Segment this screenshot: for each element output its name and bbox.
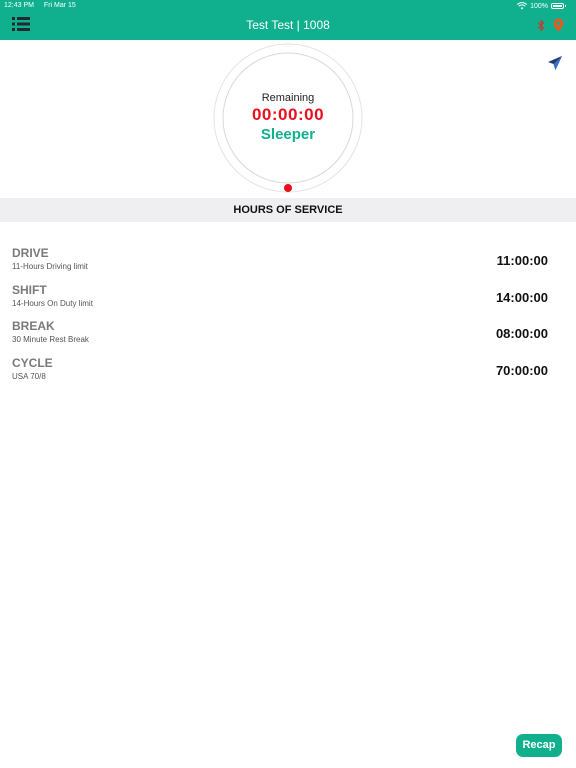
hos-row-subtitle: 30 Minute Rest Break xyxy=(12,335,89,344)
battery-icon xyxy=(551,3,566,9)
hos-row-value: 11:00:00 xyxy=(496,253,548,268)
hos-row-value: 14:00:00 xyxy=(495,290,548,305)
wifi-icon xyxy=(517,2,528,10)
top-bar: 12:43 PM Fri Mar 15 100% Test Test | 100… xyxy=(0,0,576,40)
hos-row-subtitle: 14-Hours On Duty limit xyxy=(12,299,93,308)
hos-row-title: BREAK xyxy=(12,319,55,333)
hos-row-shift: SHIFT 14-Hours On Duty limit 14:00:00 xyxy=(12,283,564,315)
send-icon xyxy=(548,56,562,70)
recap-button[interactable]: Recap xyxy=(516,734,562,757)
hos-row-title: SHIFT xyxy=(12,283,47,297)
hos-row-value: 08:00:00 xyxy=(495,326,548,341)
hos-row-cycle: CYCLE USA 70/8 70:00:00 xyxy=(12,356,564,388)
send-button[interactable] xyxy=(547,55,563,71)
remaining-dial: Remaining 00:00:00 Sleeper xyxy=(212,42,364,194)
status-bar-left: 12:43 PM Fri Mar 15 xyxy=(4,2,76,9)
hos-row-title: CYCLE xyxy=(12,356,53,370)
dial-progress-dot xyxy=(284,184,292,192)
hos-row-subtitle: USA 70/8 xyxy=(12,372,46,381)
battery-percent: 100% xyxy=(530,2,548,10)
hos-row-subtitle: 11-Hours Driving limit xyxy=(12,262,88,271)
location-pin-icon[interactable] xyxy=(553,18,564,32)
duty-status: Sleeper xyxy=(260,126,316,143)
status-date: Fri Mar 15 xyxy=(43,2,76,9)
page-title: Test Test | 1008 xyxy=(246,18,330,32)
hos-row-title: DRIVE xyxy=(12,246,49,260)
hos-row-break: BREAK 30 Minute Rest Break 08:00:00 xyxy=(12,319,564,351)
hos-row-drive: DRIVE 11-Hours Driving limit 11:00:00 xyxy=(12,246,564,278)
header-icons xyxy=(537,18,564,32)
hos-row-value: 70:00:00 xyxy=(495,363,548,378)
hours-of-service-header: HOURS OF SERVICE xyxy=(0,198,576,222)
remaining-label: Remaining xyxy=(261,92,315,104)
status-time: 12:43 PM xyxy=(4,2,34,9)
remaining-timer: 00:00:00 xyxy=(251,105,325,124)
status-bar-right: 100% xyxy=(517,2,566,10)
bluetooth-icon[interactable] xyxy=(537,19,545,32)
